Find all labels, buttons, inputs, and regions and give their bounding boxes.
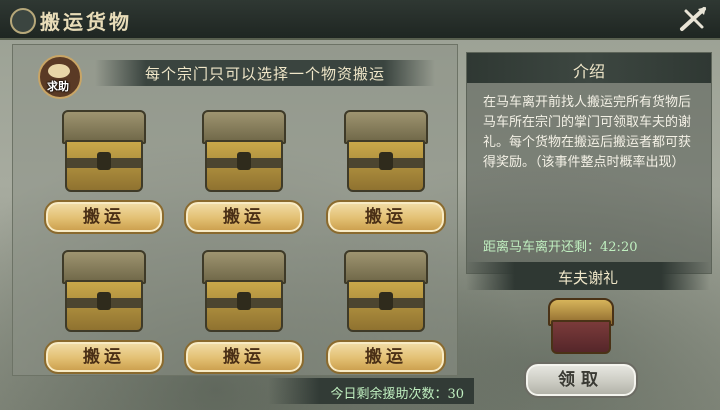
chest-icon bbox=[202, 110, 286, 194]
chest-icon bbox=[344, 110, 428, 194]
remaining-assist-text: 今日剩余援助次数：30 bbox=[330, 383, 464, 402]
countdown-label: 距离马车离开还剩： bbox=[483, 240, 601, 255]
intro-title: 介绍 bbox=[572, 62, 605, 81]
window-title: 搬运货物 bbox=[40, 10, 132, 34]
cargo-slot-5: 搬运 bbox=[184, 250, 304, 380]
intro-description: 在马车离开前找人搬运完所有货物后马车所在宗门的掌门可领取车夫的谢礼。每个货物在搬… bbox=[483, 95, 692, 170]
countdown-value: 42:20 bbox=[600, 240, 638, 255]
reward-title: 车夫谢礼 bbox=[557, 269, 618, 287]
move-button-3[interactable]: 搬运 bbox=[326, 200, 446, 234]
cargo-slot-3: 搬运 bbox=[326, 110, 446, 240]
help-icon bbox=[48, 64, 70, 78]
reward-header: 车夫谢礼 bbox=[466, 262, 710, 290]
cargo-slot-4: 搬运 bbox=[44, 250, 164, 380]
cargo-slot-1: 搬运 bbox=[44, 110, 164, 240]
chest-icon bbox=[62, 110, 146, 194]
remaining-assist-label: 今日剩余援助次数： bbox=[330, 387, 448, 402]
cargo-slot-6: 搬运 bbox=[326, 250, 446, 380]
instruction-text: 每个宗门只可以选择一个物资搬运 bbox=[144, 65, 385, 83]
chest-icon bbox=[344, 250, 428, 334]
intro-panel: 介绍 在马车离开前找人搬运完所有货物后马车所在宗门的掌门可领取车夫的谢礼。每个货… bbox=[466, 52, 712, 274]
close-button[interactable] bbox=[676, 3, 710, 35]
claim-button[interactable]: 领取 bbox=[524, 362, 638, 398]
title-ornament-icon bbox=[10, 8, 36, 34]
help-label: 求助 bbox=[47, 80, 69, 93]
treasure-chest-icon bbox=[548, 298, 614, 354]
close-icon bbox=[680, 7, 706, 31]
departure-countdown: 距离马车离开还剩：42:20 bbox=[483, 236, 637, 255]
chest-icon bbox=[202, 250, 286, 334]
move-button-1[interactable]: 搬运 bbox=[44, 200, 164, 234]
remaining-assist-bar: 今日剩余援助次数：30 bbox=[268, 378, 474, 404]
remaining-assist-count: 30 bbox=[447, 387, 464, 402]
move-button-4[interactable]: 搬运 bbox=[44, 340, 164, 374]
move-button-2[interactable]: 搬运 bbox=[184, 200, 304, 234]
move-button-5[interactable]: 搬运 bbox=[184, 340, 304, 374]
title-bar: 搬运货物 bbox=[0, 0, 720, 40]
chest-icon bbox=[62, 250, 146, 334]
intro-header: 介绍 bbox=[467, 53, 711, 83]
cargo-slot-2: 搬运 bbox=[184, 110, 304, 240]
instruction-banner: 每个宗门只可以选择一个物资搬运 bbox=[95, 60, 435, 86]
move-button-6[interactable]: 搬运 bbox=[326, 340, 446, 374]
